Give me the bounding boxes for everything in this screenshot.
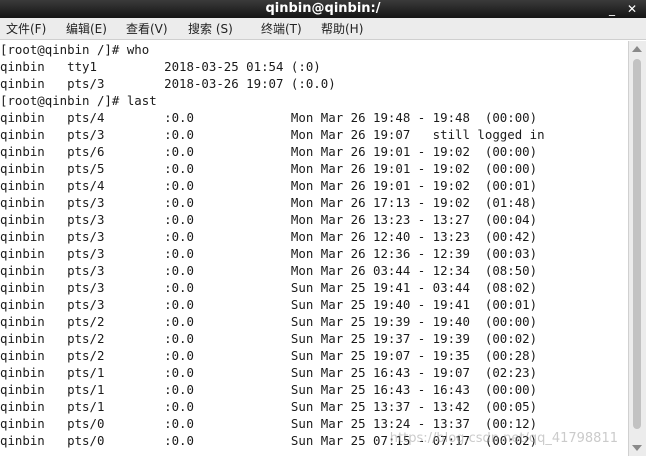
- terminal-area[interactable]: [root@qinbin /]# who qinbin tty1 2018-03-…: [0, 41, 628, 456]
- close-icon[interactable]: ✕: [624, 1, 640, 17]
- scroll-down-arrow-icon[interactable]: [632, 445, 642, 451]
- vertical-scrollbar[interactable]: [628, 41, 646, 456]
- terminal-line: [root@qinbin /]# who: [0, 42, 150, 57]
- minimize-icon[interactable]: _: [604, 1, 620, 17]
- terminal-line: qinbin pts/3 :0.0 Mon Mar 26 12:40 - 13:…: [0, 229, 538, 244]
- terminal-line: qinbin pts/2 :0.0 Sun Mar 25 19:37 - 19:…: [0, 331, 538, 346]
- terminal-line: qinbin pts/6 :0.0 Mon Mar 26 19:01 - 19:…: [0, 144, 538, 159]
- terminal-line: qinbin pts/0 :0.0 Sun Mar 25 13:24 - 13:…: [0, 416, 538, 431]
- terminal-line: qinbin pts/3 :0.0 Mon Mar 26 03:44 - 12:…: [0, 263, 538, 278]
- menu-edit[interactable]: 编辑(E): [66, 18, 107, 40]
- terminal-line: qinbin pts/4 :0.0 Mon Mar 26 19:01 - 19:…: [0, 178, 538, 193]
- terminal-line: [root@qinbin /]# last: [0, 93, 157, 108]
- menu-file[interactable]: 文件(F): [6, 18, 46, 40]
- terminal-line: qinbin pts/5 :0.0 Mon Mar 26 19:01 - 19:…: [0, 161, 538, 176]
- scroll-up-arrow-icon[interactable]: [632, 46, 642, 52]
- watermark-text: https://blog.csdn.net/qq_41798811: [389, 431, 618, 446]
- terminal-line: qinbin pts/1 :0.0 Sun Mar 25 16:43 - 16:…: [0, 382, 538, 397]
- terminal-line: qinbin pts/3 :0.0 Sun Mar 25 19:40 - 19:…: [0, 297, 538, 312]
- terminal-line: qinbin pts/1 :0.0 Sun Mar 25 16:43 - 19:…: [0, 365, 538, 380]
- menu-search[interactable]: 搜索 (S): [188, 18, 233, 40]
- terminal-line: qinbin pts/3 :0.0 Mon Mar 26 12:36 - 12:…: [0, 246, 538, 261]
- terminal-line: qinbin pts/1 :0.0 Sun Mar 25 13:37 - 13:…: [0, 399, 538, 414]
- window-title: qinbin@qinbin:/: [265, 1, 381, 16]
- window-titlebar[interactable]: qinbin@qinbin:/ _ ✕: [0, 0, 646, 18]
- menu-terminal[interactable]: 终端(T): [261, 18, 302, 40]
- terminal-line: qinbin pts/4 :0.0 Mon Mar 26 19:48 - 19:…: [0, 110, 538, 125]
- terminal-line: qinbin pts/2 :0.0 Sun Mar 25 19:39 - 19:…: [0, 314, 538, 329]
- menu-view[interactable]: 查看(V): [126, 18, 168, 40]
- terminal-line: qinbin pts/3 :0.0 Mon Mar 26 19:07 still…: [0, 127, 545, 142]
- terminal-line: qinbin pts/3 2018-03-26 19:07 (:0.0): [0, 76, 336, 91]
- terminal-line: qinbin tty1 2018-03-25 01:54 (:0): [0, 59, 321, 74]
- terminal-line: qinbin pts/3 :0.0 Mon Mar 26 13:23 - 13:…: [0, 212, 538, 227]
- terminal-output: [root@qinbin /]# who qinbin tty1 2018-03-…: [0, 41, 545, 449]
- terminal-line: qinbin pts/3 :0.0 Sun Mar 25 19:41 - 03:…: [0, 280, 538, 295]
- menu-help[interactable]: 帮助(H): [321, 18, 363, 40]
- scroll-thumb[interactable]: [633, 59, 641, 429]
- terminal-line: qinbin pts/3 :0.0 Mon Mar 26 17:13 - 19:…: [0, 195, 538, 210]
- terminal-line: qinbin pts/2 :0.0 Sun Mar 25 19:07 - 19:…: [0, 348, 538, 363]
- menu-bar: 文件(F) 编辑(E) 查看(V) 搜索 (S) 终端(T) 帮助(H): [0, 18, 646, 40]
